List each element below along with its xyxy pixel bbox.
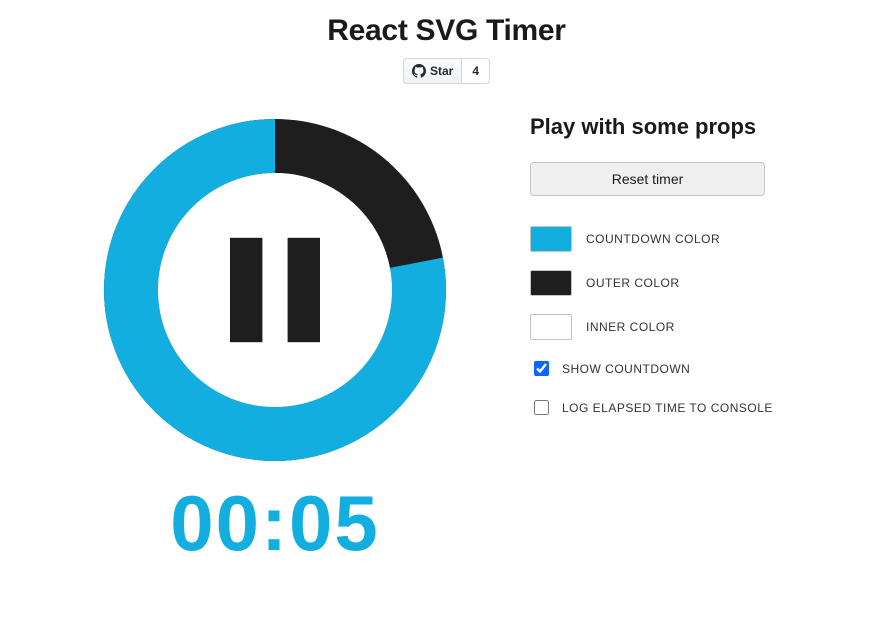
checkbox-label: LOG ELAPSED TIME TO CONSOLE xyxy=(562,401,773,415)
color-swatch[interactable] xyxy=(530,270,572,296)
github-star-widget: Star 4 xyxy=(0,58,893,84)
checkbox-row[interactable]: LOG ELAPSED TIME TO CONSOLE xyxy=(530,397,833,418)
color-prop-row: OUTER COLOR xyxy=(530,270,833,296)
props-heading: Play with some props xyxy=(530,114,833,140)
github-star-count[interactable]: 4 xyxy=(462,58,490,84)
countdown-text: 00:05 xyxy=(170,478,380,569)
github-star-button[interactable]: Star xyxy=(403,58,462,84)
color-prop-label: OUTER COLOR xyxy=(586,276,680,290)
reset-timer-button[interactable]: Reset timer xyxy=(530,162,765,196)
page-title: React SVG Timer xyxy=(0,14,893,48)
checkbox-label: SHOW COUNTDOWN xyxy=(562,362,690,376)
color-prop-row: INNER COLOR xyxy=(530,314,833,340)
color-prop-row: COUNTDOWN COLOR xyxy=(530,226,833,252)
color-swatch[interactable] xyxy=(530,226,572,252)
checkbox-input[interactable] xyxy=(534,400,549,415)
color-prop-label: COUNTDOWN COLOR xyxy=(586,232,720,246)
timer-ring[interactable] xyxy=(95,110,455,470)
color-prop-label: INNER COLOR xyxy=(586,320,675,334)
checkbox-input[interactable] xyxy=(534,361,549,376)
checkbox-row[interactable]: SHOW COUNTDOWN xyxy=(530,358,833,379)
github-icon xyxy=(412,64,426,78)
github-star-label: Star xyxy=(430,64,453,78)
color-swatch[interactable] xyxy=(530,314,572,340)
